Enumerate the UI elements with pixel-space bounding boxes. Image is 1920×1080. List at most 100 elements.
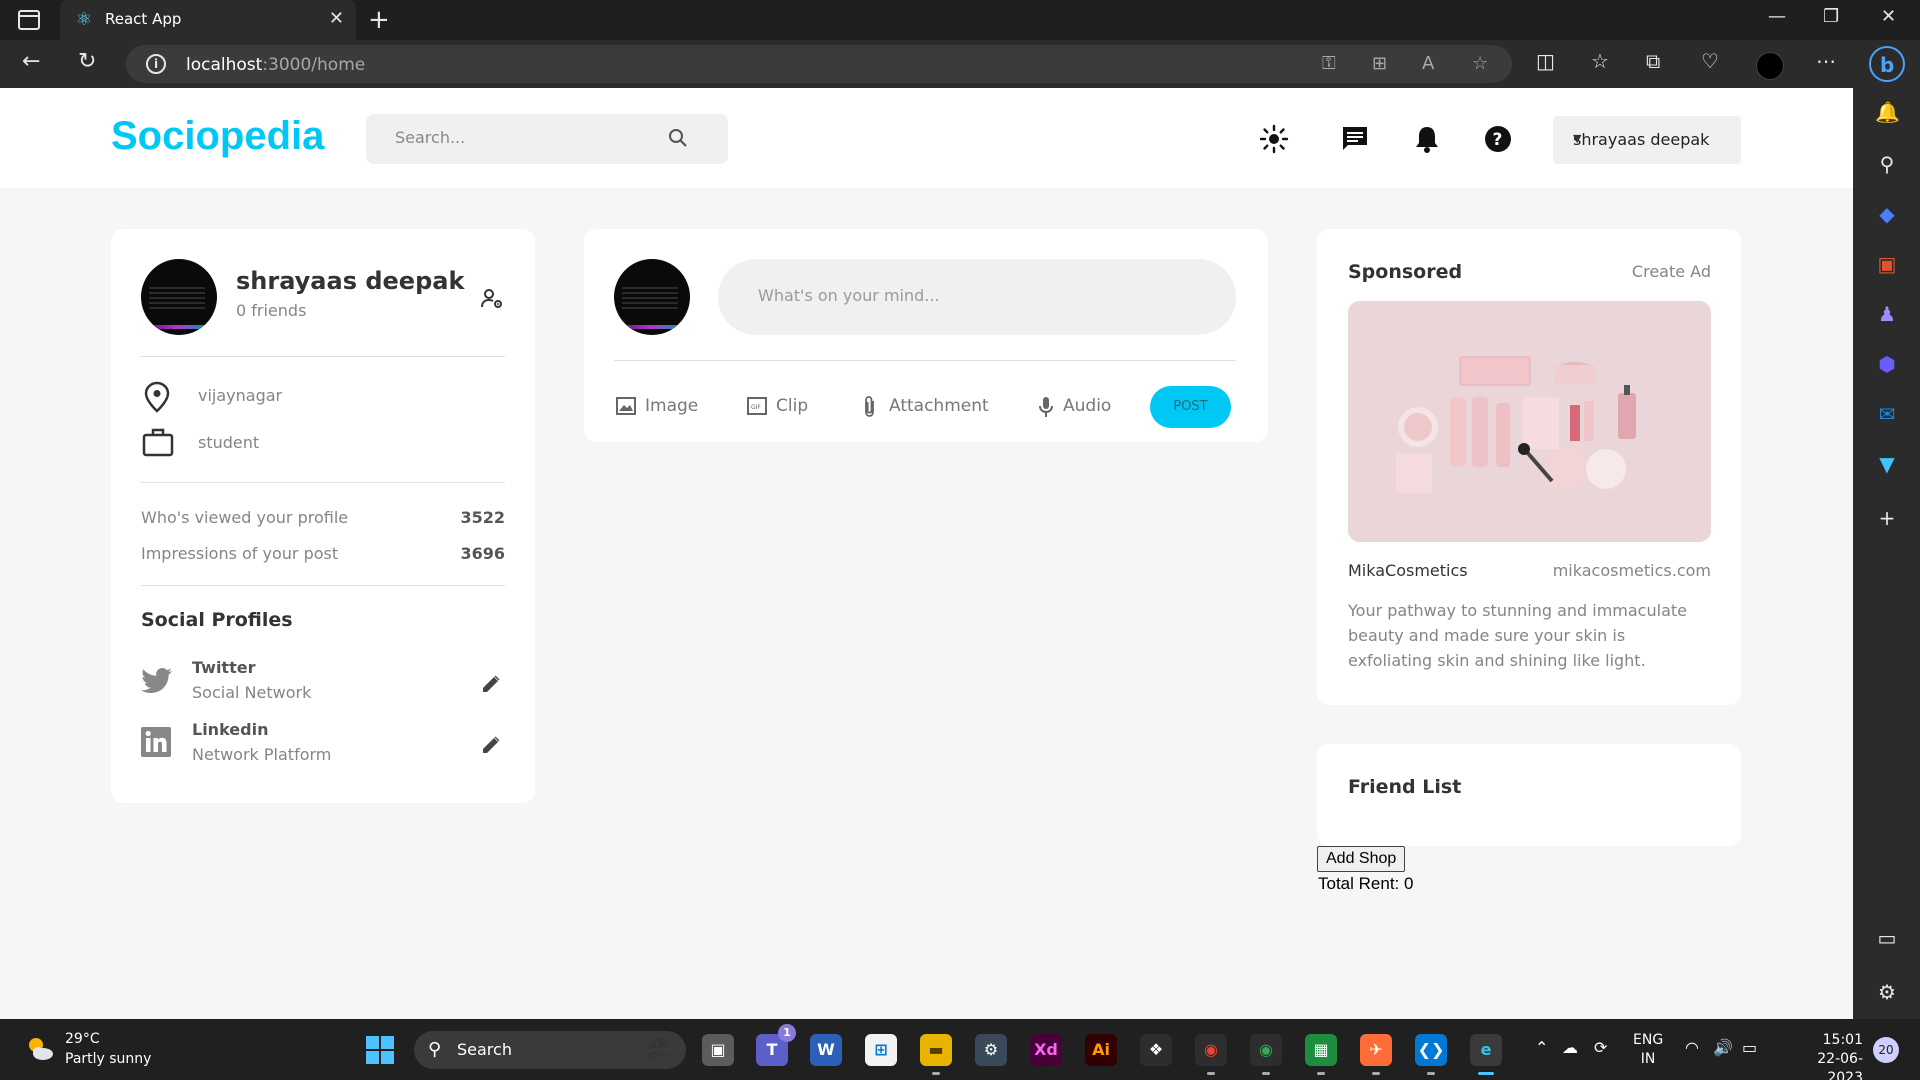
image-option[interactable]: Image: [615, 395, 705, 419]
notifications-bell-icon[interactable]: [1412, 124, 1442, 154]
tray-overflow-icon[interactable]: ⌃: [1535, 1038, 1548, 1057]
adobe-xd-icon[interactable]: Xd: [1030, 1034, 1062, 1066]
adobe-illustrator-icon[interactable]: Ai: [1085, 1034, 1117, 1066]
chrome-profile-icon[interactable]: ◉: [1250, 1034, 1282, 1075]
apps-icon[interactable]: ⊞: [1372, 53, 1387, 74]
hide-sidebar-icon[interactable]: ▭: [1875, 926, 1899, 950]
close-window-icon[interactable]: ✕: [1881, 6, 1896, 27]
search-icon[interactable]: ⚲: [1875, 152, 1899, 176]
refresh-icon[interactable]: ↻: [78, 49, 96, 74]
language-indicator[interactable]: ENG IN: [1633, 1031, 1663, 1069]
key-icon[interactable]: ⚿: [1322, 53, 1336, 74]
shopping-tag-icon[interactable]: ◆: [1875, 202, 1899, 226]
add-icon[interactable]: +: [1875, 506, 1899, 530]
more-options-icon[interactable]: ⋯: [1816, 49, 1836, 73]
taskbar-search[interactable]: ⚲ Search 🏖: [414, 1031, 686, 1069]
browser-essentials-icon[interactable]: ♡: [1701, 49, 1719, 73]
cosmetics-product-image: [1348, 301, 1711, 542]
store-icon[interactable]: ⊞: [865, 1034, 897, 1066]
audio-option[interactable]: Audio: [1035, 395, 1125, 419]
back-icon[interactable]: ←: [22, 49, 40, 74]
teams-badge: 1: [778, 1024, 796, 1042]
tools-icon[interactable]: ▣: [1875, 252, 1899, 276]
clip-option[interactable]: GIF Clip: [746, 395, 816, 419]
browser-tab[interactable]: ⚛ React App ✕: [60, 0, 356, 40]
davinci-resolve-icon[interactable]: ❖: [1140, 1034, 1172, 1066]
drop-icon[interactable]: ▼: [1875, 452, 1899, 476]
edit-pencil-icon[interactable]: [480, 673, 502, 695]
minimize-icon[interactable]: —: [1768, 6, 1786, 27]
manage-account-icon[interactable]: [480, 287, 504, 311]
post-composer: Image GIF Clip Attachment Audio POST: [584, 229, 1268, 442]
wifi-icon[interactable]: ◠: [1685, 1038, 1699, 1057]
vscode-icon[interactable]: ❮❯: [1415, 1034, 1447, 1075]
profile-name[interactable]: shrayaas deepak: [236, 267, 464, 295]
url-field[interactable]: i localhost:3000/home ⚿ ⊞ A ☆: [126, 45, 1512, 83]
postman-icon[interactable]: ✈: [1360, 1034, 1392, 1075]
messages-icon[interactable]: [1340, 124, 1370, 154]
edge-icon[interactable]: e: [1470, 1034, 1502, 1075]
windows-start-icon[interactable]: [366, 1036, 394, 1064]
help-icon[interactable]: ?: [1483, 124, 1513, 154]
sync-icon[interactable]: ⟳: [1594, 1038, 1607, 1057]
add-shop-button[interactable]: Add Shop: [1317, 846, 1406, 872]
restore-icon[interactable]: ❐: [1823, 6, 1839, 27]
social-name[interactable]: Linkedin: [192, 720, 268, 739]
battery-icon[interactable]: ▭: [1742, 1038, 1757, 1057]
chevron-down-icon: ▼: [1573, 132, 1582, 145]
word-icon[interactable]: W: [810, 1034, 842, 1066]
tab-close-icon[interactable]: ✕: [329, 8, 344, 29]
profile-avatar[interactable]: [1756, 52, 1784, 80]
weather-condition[interactable]: Partly sunny: [65, 1051, 151, 1067]
outlook-icon[interactable]: ✉: [1875, 402, 1899, 426]
audio-option-label: Audio: [1063, 396, 1112, 416]
stat-value: 3696: [460, 544, 505, 563]
games-icon[interactable]: ♟: [1875, 302, 1899, 326]
onedrive-icon[interactable]: ☁: [1562, 1038, 1578, 1057]
read-aloud-icon[interactable]: A: [1422, 53, 1434, 74]
light-mode-icon[interactable]: [1259, 124, 1289, 154]
edit-pencil-icon[interactable]: [480, 734, 502, 756]
ad-site-link[interactable]: mikacosmetics.com: [1553, 561, 1711, 580]
clock[interactable]: 15:01 22-06-2023: [1783, 1031, 1863, 1080]
weather-temperature[interactable]: 29°C: [65, 1031, 100, 1047]
ad-image[interactable]: [1348, 301, 1711, 542]
notification-count-badge[interactable]: 20: [1873, 1037, 1899, 1063]
twitter-icon: [141, 668, 172, 693]
tab-actions-icon[interactable]: [18, 10, 40, 30]
user-dropdown[interactable]: shrayaas deepak ▼: [1553, 116, 1741, 164]
post-input[interactable]: [758, 286, 1178, 305]
task-view-icon[interactable]: ▣: [702, 1034, 734, 1066]
teams-icon[interactable]: T 1: [756, 1024, 796, 1066]
search-icon[interactable]: [668, 128, 688, 148]
office-icon[interactable]: ⬢: [1875, 352, 1899, 376]
settings-gear-icon[interactable]: ⚙: [1875, 980, 1899, 1004]
social-profiles-title: Social Profiles: [141, 609, 293, 631]
sheets-icon[interactable]: ▦: [1305, 1034, 1337, 1075]
profile-avatar-image[interactable]: [141, 259, 217, 335]
bell-icon[interactable]: 🔔: [1875, 100, 1900, 124]
bing-chat-icon[interactable]: b: [1869, 46, 1905, 82]
settings-app-icon[interactable]: ⚙: [975, 1034, 1007, 1066]
site-info-icon[interactable]: i: [146, 54, 166, 74]
file-explorer-icon[interactable]: ▬: [920, 1034, 952, 1075]
briefcase-icon: [142, 428, 174, 457]
new-tab-icon[interactable]: +: [368, 5, 390, 35]
attachment-option[interactable]: Attachment: [859, 395, 994, 419]
brand-logo[interactable]: Sociopedia: [111, 114, 324, 159]
post-button[interactable]: POST: [1150, 386, 1231, 428]
volume-icon[interactable]: 🔊: [1713, 1038, 1733, 1057]
create-ad-link[interactable]: Create Ad: [1632, 262, 1711, 281]
partly-sunny-icon[interactable]: [24, 1033, 56, 1065]
chrome-icon[interactable]: ◉: [1195, 1034, 1227, 1075]
gif-icon: GIF: [747, 397, 767, 415]
image-option-label: Image: [645, 396, 699, 416]
search-input[interactable]: [395, 128, 655, 147]
react-favicon-icon: ⚛: [75, 9, 93, 30]
collections-icon[interactable]: ⧉: [1646, 49, 1660, 73]
favorite-star-icon[interactable]: ☆: [1472, 53, 1488, 74]
favorites-icon[interactable]: ☆: [1591, 49, 1609, 73]
social-name[interactable]: Twitter: [192, 658, 255, 677]
split-screen-icon[interactable]: ◫: [1536, 49, 1555, 73]
url-text[interactable]: localhost:3000/home: [186, 55, 365, 75]
